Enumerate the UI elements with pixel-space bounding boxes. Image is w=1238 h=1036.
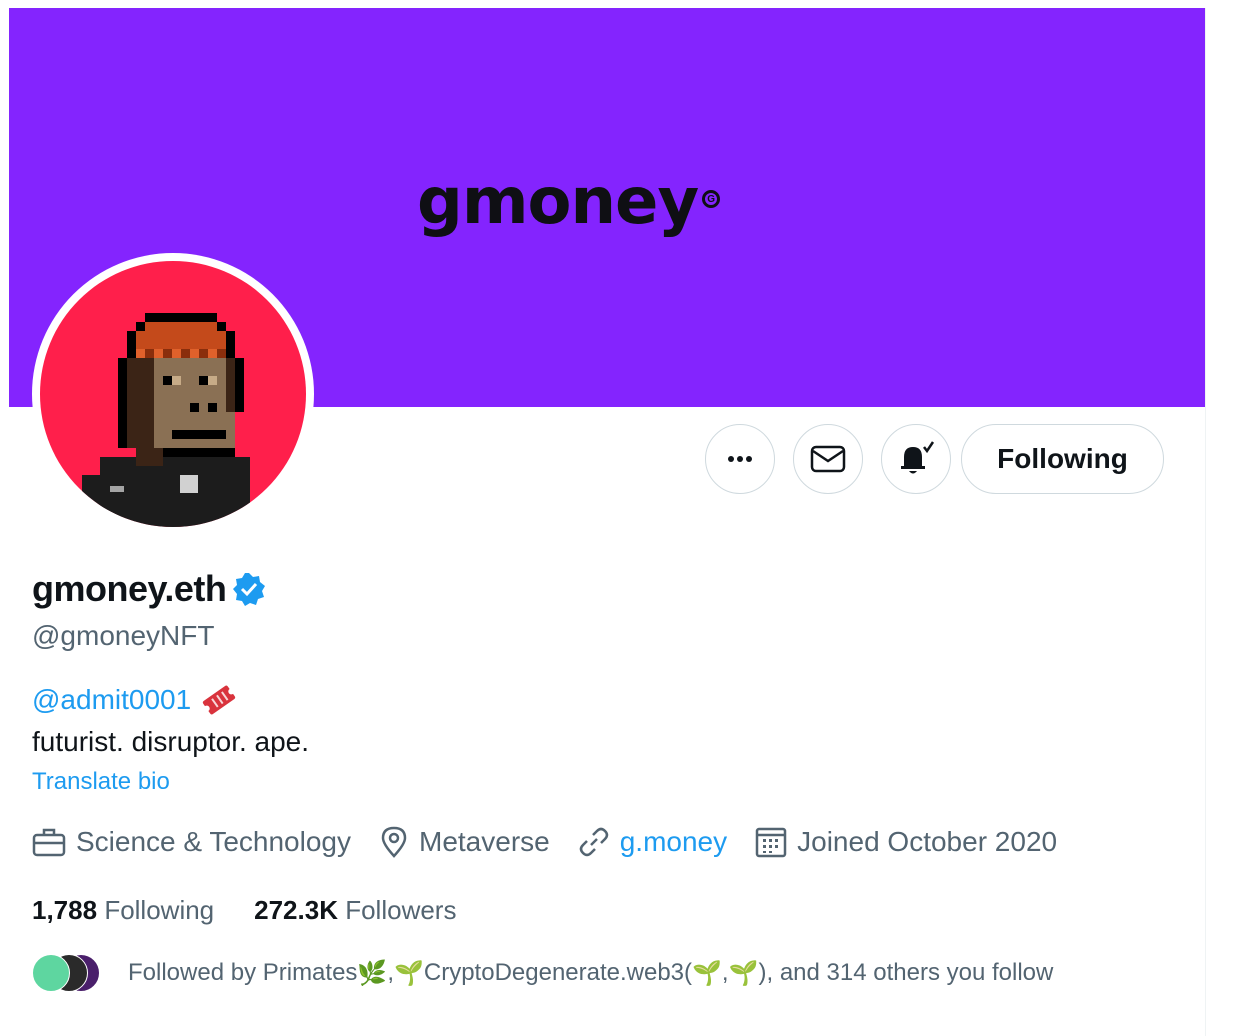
meta-category: Science & Technology (32, 826, 351, 858)
verified-badge-icon[interactable] (232, 572, 266, 606)
followers-stat[interactable]: 272.3K Followers (254, 895, 456, 926)
meta-website[interactable]: g.money (578, 826, 727, 858)
following-button[interactable]: Following (961, 424, 1164, 494)
followers-label: Followers (345, 895, 457, 925)
herb-icon: 🌿 (357, 959, 388, 987)
meta-joined-text: Joined October 2020 (797, 826, 1058, 857)
more-button[interactable] (705, 424, 775, 494)
seedling-icon: 🌱 (728, 959, 759, 987)
translate-bio-link[interactable]: Translate bio (32, 768, 170, 796)
notification-button[interactable] (881, 424, 951, 494)
meta-category-text: Science & Technology (76, 826, 351, 857)
following-stat[interactable]: 1,788 Following (32, 895, 214, 926)
briefcase-icon (32, 828, 66, 857)
name-row: gmoney.eth (32, 568, 266, 610)
followed-by-name: CryptoDegenerate.web3( (423, 959, 693, 986)
location-pin-icon (381, 826, 407, 858)
followed-by-separator: , (387, 959, 394, 986)
followers-count: 272.3K (254, 895, 338, 925)
follow-stats: 1,788 Following 272.3K Followers (32, 895, 496, 926)
display-name: gmoney.eth (32, 568, 227, 609)
followed-by-prefix: Followed by Primates (128, 959, 358, 986)
bio-mention-line: @admit0001 (32, 684, 237, 716)
meta-website-link[interactable]: g.money (620, 826, 727, 858)
bio-text: futurist. disruptor. ape. (32, 726, 310, 757)
banner-logo-text: gmoney (417, 165, 699, 239)
link-icon (579, 827, 608, 857)
message-button[interactable] (793, 424, 863, 494)
profile-handle: @gmoneyNFT (32, 620, 215, 651)
meta-location-text: Metaverse (419, 826, 550, 857)
profile-meta: Science & Technology Metaverse g.money J… (32, 826, 1085, 858)
followed-by-separator: , (721, 959, 729, 986)
avatar[interactable] (40, 261, 306, 527)
seedling-icon: 🌱 (692, 959, 722, 987)
followed-by-suffix: ), and 314 others you follow (758, 959, 1054, 986)
meta-joined: Joined October 2020 (755, 826, 1057, 858)
bell-subscribed-icon (901, 441, 935, 474)
meta-location: Metaverse (379, 826, 550, 858)
banner-logo-mark: G (702, 190, 721, 208)
banner-logo: gmoney G (417, 165, 721, 240)
bio-mention-link[interactable]: @admit0001 (32, 684, 191, 716)
ticket-icon (203, 685, 236, 715)
following-label: Following (104, 895, 215, 925)
more-icon (728, 456, 752, 462)
mail-icon (810, 445, 846, 473)
follower-avatar (32, 954, 70, 992)
following-count: 1,788 (32, 895, 98, 925)
calendar-icon (755, 827, 787, 858)
seedling-icon: 🌱 (393, 959, 424, 987)
followed-by-row[interactable]: Followed by Primates 🌿 , 🌱 CryptoDegener… (32, 954, 1053, 992)
followed-by-avatars (32, 954, 104, 992)
pixel-ape-avatar-icon (82, 313, 250, 527)
